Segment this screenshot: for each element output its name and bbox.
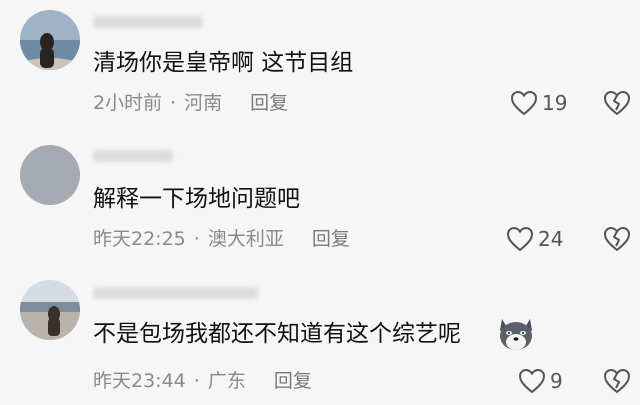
dislike-button[interactable] bbox=[603, 226, 631, 256]
dislike-button[interactable] bbox=[603, 90, 631, 120]
comment-time: 昨天23:44 bbox=[93, 370, 186, 392]
meta-separator: · bbox=[193, 370, 200, 392]
reply-button[interactable]: 回复 bbox=[312, 226, 350, 252]
comment-location: 广东 bbox=[207, 370, 246, 392]
broken-heart-icon bbox=[603, 90, 631, 116]
broken-heart-icon bbox=[603, 368, 631, 394]
comment-meta: 昨天22:25 · 澳大利亚 回复 bbox=[93, 226, 350, 252]
reply-button[interactable]: 回复 bbox=[250, 90, 288, 116]
comment-location: 河南 bbox=[184, 92, 223, 114]
comment-meta: 昨天23:44 · 广东 回复 bbox=[93, 368, 312, 394]
heart-outline-icon bbox=[506, 226, 534, 252]
like-count: 9 bbox=[550, 369, 563, 393]
meta-separator: · bbox=[170, 92, 177, 114]
comment-text: 清场你是皇帝啊 这节目组 bbox=[93, 50, 354, 76]
comment-item: 解释一下场地问题吧 昨天22:25 · 澳大利亚 回复 24 bbox=[0, 130, 640, 265]
comment-time: 昨天22:25 bbox=[93, 228, 186, 250]
broken-heart-icon bbox=[603, 226, 631, 252]
comment-meta: 2小时前 · 河南 回复 bbox=[93, 90, 288, 116]
like-count: 19 bbox=[542, 91, 568, 115]
meta-separator: · bbox=[193, 228, 200, 250]
avatar[interactable] bbox=[20, 10, 80, 70]
avatar[interactable] bbox=[20, 145, 80, 205]
like-button[interactable]: 19 bbox=[510, 90, 567, 116]
comment-list: 清场你是皇帝啊 这节目组 2小时前 · 河南 回复 19 解释一下场地问题吧 昨… bbox=[0, 0, 640, 405]
comment-text: 不是包场我都还不知道有这个综艺呢 bbox=[93, 321, 461, 347]
comment-text: 解释一下场地问题吧 bbox=[93, 186, 300, 212]
comment-time: 2小时前 bbox=[93, 92, 163, 114]
comment-item: 不是包场我都还不知道有这个综艺呢 昨天23:44 · 广东 回复 9 bbox=[0, 265, 640, 405]
heart-outline-icon bbox=[510, 90, 538, 116]
reply-button[interactable]: 回复 bbox=[274, 368, 312, 394]
avatar[interactable] bbox=[20, 280, 80, 340]
comment-item: 清场你是皇帝啊 这节目组 2小时前 · 河南 回复 19 bbox=[0, 0, 640, 130]
dislike-button[interactable] bbox=[603, 368, 631, 398]
like-button[interactable]: 24 bbox=[506, 226, 563, 252]
heart-outline-icon bbox=[518, 368, 546, 394]
username-blurred[interactable] bbox=[93, 287, 258, 299]
husky-emoji-icon bbox=[496, 315, 536, 357]
like-count: 24 bbox=[538, 227, 564, 251]
username-blurred[interactable] bbox=[93, 150, 173, 162]
username-blurred[interactable] bbox=[93, 16, 203, 28]
comment-location: 澳大利亚 bbox=[207, 228, 284, 250]
like-button[interactable]: 9 bbox=[518, 368, 563, 394]
